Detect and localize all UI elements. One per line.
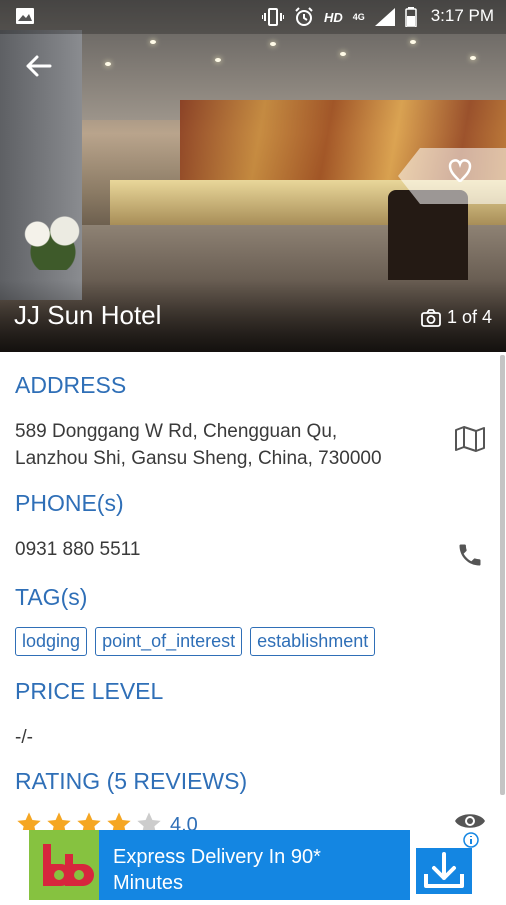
- camera-icon: [421, 308, 441, 327]
- rating-heading: RATING (5 REVIEWS): [15, 768, 248, 794]
- address-heading: ADDRESS: [15, 372, 127, 398]
- network-type: 4G: [352, 12, 365, 22]
- ceiling-light: [270, 42, 276, 46]
- photo-counter[interactable]: 1 of 4: [421, 307, 492, 328]
- status-bar: HD 4G 3:17 PM: [0, 0, 506, 34]
- tags-heading: TAG(s): [15, 584, 88, 610]
- back-button[interactable]: [18, 48, 58, 84]
- ceiling-light: [150, 40, 156, 44]
- hotel-details[interactable]: ADDRESS 589 Donggang W Rd, Chengguan Qu,…: [0, 352, 506, 830]
- photo-counter-label: 1 of 4: [446, 307, 492, 327]
- ceiling-light: [410, 40, 416, 44]
- phone-icon: [459, 544, 481, 566]
- hotel-name: JJ Sun Hotel: [14, 300, 162, 330]
- gallery-icon: [16, 8, 34, 24]
- tag-chip[interactable]: point_of_interest: [95, 627, 243, 656]
- phone-number[interactable]: 0931 880 5511: [15, 536, 140, 563]
- vibrate-icon: [262, 8, 284, 26]
- photo-flowers: [14, 210, 92, 270]
- arrow-left-icon: [26, 55, 52, 77]
- address-line-1: 589 Donggang W Rd, Chengguan Qu,: [15, 421, 338, 442]
- ad-line-2: Minutes: [113, 872, 184, 894]
- ad-banner[interactable]: Express Delivery In 90* Minutes: [29, 830, 479, 900]
- map-button[interactable]: [452, 424, 488, 454]
- star-filled-icon: [107, 812, 131, 830]
- address-text[interactable]: 589 Donggang W Rd, Chengguan Qu, Lanzhou…: [15, 418, 382, 472]
- view-reviews-button[interactable]: [452, 806, 488, 830]
- hotel-photo[interactable]: HD 4G 3:17 PM JJ Sun Hotel 1 of 4: [0, 0, 506, 352]
- price-heading: PRICE LEVEL: [15, 678, 164, 704]
- scrollbar[interactable]: [500, 355, 505, 795]
- tag-chip[interactable]: establishment: [250, 627, 376, 656]
- rating-stars: [15, 810, 163, 830]
- ad-info-button[interactable]: [463, 832, 479, 848]
- status-time: 3:17 PM: [430, 6, 494, 25]
- address-line-2: Lanzhou Shi, Gansu Sheng, China, 730000: [15, 448, 382, 469]
- alarm-icon: [295, 7, 313, 26]
- price-value: -/-: [15, 727, 33, 748]
- star-empty-icon: [137, 812, 161, 830]
- signal-icon: [374, 8, 395, 26]
- tag-chip[interactable]: lodging: [15, 627, 88, 656]
- ceiling-light: [105, 62, 111, 66]
- favorite-button[interactable]: [398, 148, 506, 204]
- ceiling-light: [215, 58, 221, 62]
- ceiling-light: [470, 56, 476, 60]
- bigbasket-logo-icon: [37, 838, 94, 894]
- battery-icon: [405, 7, 417, 27]
- call-button[interactable]: [452, 540, 488, 570]
- ad-logo: [29, 830, 99, 900]
- network-label: HD: [324, 9, 343, 25]
- ad-line-1: Express Delivery In 90*: [113, 846, 321, 868]
- phone-heading: PHONE(s): [15, 490, 124, 516]
- heart-icon: [398, 148, 506, 204]
- star-filled-icon: [17, 812, 41, 830]
- tag-list: lodging point_of_interest establishment: [15, 627, 376, 656]
- info-icon: [463, 832, 479, 848]
- rating-value: 4.0: [170, 814, 198, 830]
- star-filled-icon: [77, 812, 101, 830]
- map-icon: [455, 426, 485, 452]
- star-filled-icon: [47, 812, 71, 830]
- eye-icon: [455, 814, 485, 828]
- ad-text: Express Delivery In 90* Minutes: [113, 844, 321, 896]
- ceiling-light: [340, 52, 346, 56]
